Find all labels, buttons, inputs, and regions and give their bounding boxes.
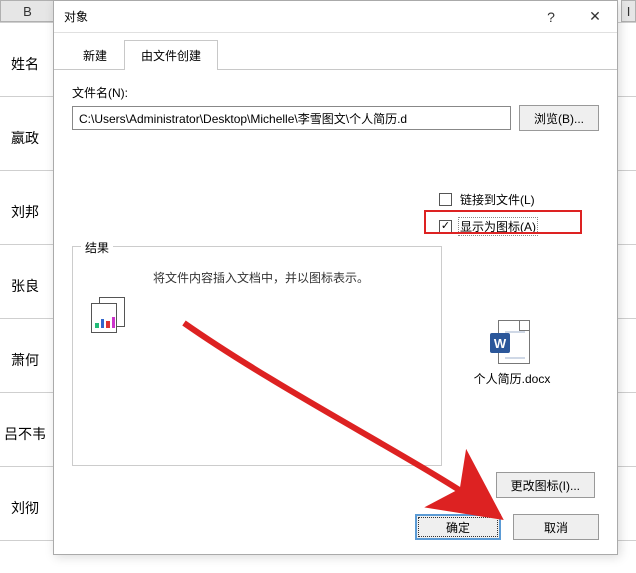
link-to-file-checkbox[interactable]: 链接到文件(L) [439, 190, 599, 209]
object-dialog: 对象 ? ✕ 新建 由文件创建 文件名(N): 浏览(B)... 链接到文件(L… [53, 0, 618, 555]
filename-input[interactable] [72, 106, 511, 130]
result-description: 将文件内容插入文档中，并以图标表示。 [153, 269, 431, 286]
browse-button[interactable]: 浏览(B)... [519, 105, 599, 131]
help-button[interactable]: ? [529, 2, 573, 32]
show-as-icon-checkbox[interactable]: 显示为图标(A) [439, 217, 599, 236]
cell-name-0[interactable]: 姓名 [0, 54, 50, 74]
result-preview-icon [91, 297, 131, 337]
cell-name-5[interactable]: 吕不韦 [0, 424, 50, 444]
cancel-button[interactable]: 取消 [513, 514, 599, 540]
column-header-i[interactable]: I [621, 0, 636, 22]
dialog-title: 对象 [64, 8, 529, 25]
column-header-b[interactable]: B [0, 0, 55, 22]
word-document-icon: W [494, 320, 530, 364]
cell-name-2[interactable]: 刘邦 [0, 202, 50, 222]
cell-name-4[interactable]: 萧何 [0, 350, 50, 370]
file-icon-preview: W 个人简历.docx [467, 320, 557, 387]
change-icon-button[interactable]: 更改图标(I)... [496, 472, 595, 498]
cell-name-3[interactable]: 张良 [0, 276, 50, 296]
filename-label: 文件名(N): [72, 84, 599, 101]
dialog-tabs: 新建 由文件创建 [54, 33, 617, 70]
checkbox-icon [439, 220, 452, 233]
preview-filename: 个人简历.docx [467, 370, 557, 387]
cell-name-1[interactable]: 嬴政 [0, 128, 50, 148]
dialog-titlebar[interactable]: 对象 ? ✕ [54, 1, 617, 33]
tab-from-file[interactable]: 由文件创建 [124, 40, 218, 70]
tab-new[interactable]: 新建 [66, 40, 124, 70]
link-to-file-label: 链接到文件(L) [458, 190, 537, 209]
result-legend: 结果 [81, 239, 113, 256]
close-button[interactable]: ✕ [573, 2, 617, 32]
show-as-icon-label: 显示为图标(A) [458, 217, 538, 236]
cell-name-6[interactable]: 刘彻 [0, 498, 50, 518]
checkbox-icon [439, 193, 452, 206]
ok-button[interactable]: 确定 [415, 514, 501, 540]
result-groupbox: 结果 将文件内容插入文档中，并以图标表示。 [72, 246, 442, 466]
